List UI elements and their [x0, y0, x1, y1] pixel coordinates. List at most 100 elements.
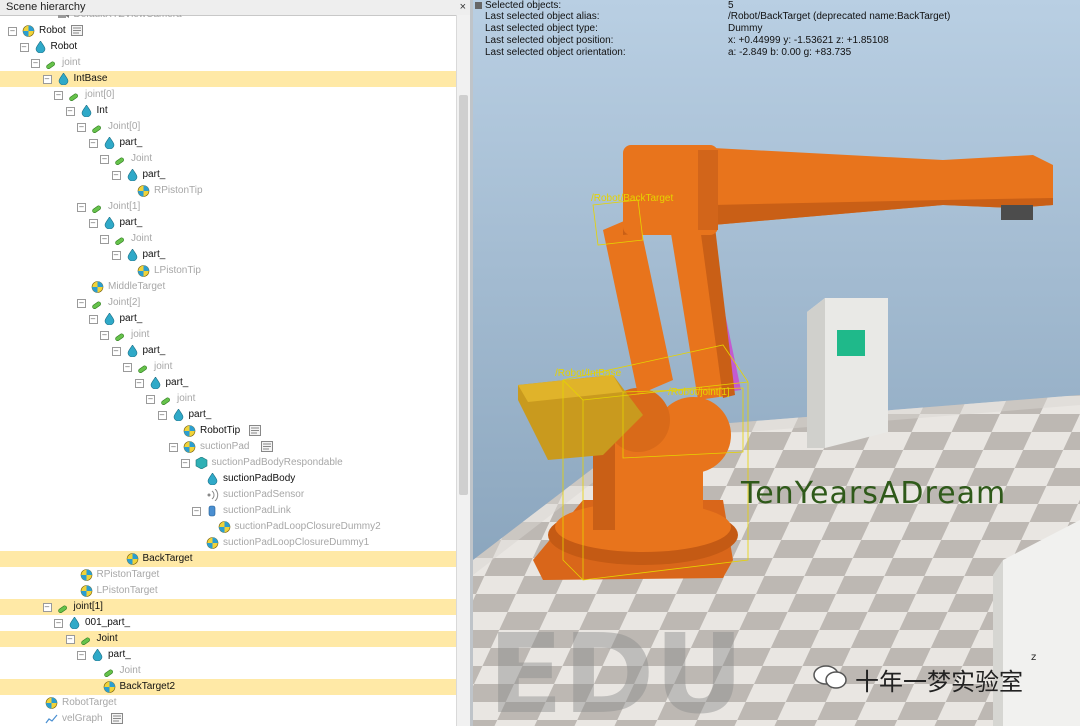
tree-row[interactable]: – joint [0, 359, 456, 375]
collapse-toggle-icon[interactable]: – [134, 379, 144, 388]
script-icon[interactable] [249, 425, 262, 436]
tree-row[interactable]: – part_ [0, 135, 456, 151]
tree-row[interactable]: BackTarget2 [0, 679, 456, 695]
scrollbar-thumb[interactable] [459, 95, 468, 495]
tree-row[interactable]: – Int [0, 103, 456, 119]
tree-row[interactable]: – 001_part_ [0, 615, 456, 631]
script-icon[interactable] [261, 441, 273, 452]
tree-row[interactable]: – part_ [0, 407, 456, 423]
collapse-toggle-icon[interactable]: – [77, 123, 86, 132]
tree-row[interactable]: – Joint[0] [0, 119, 456, 135]
tree-row[interactable]: – Joint [0, 231, 456, 247]
tree-row[interactable]: – part_ [0, 311, 456, 327]
collapse-toggle-icon[interactable]: – [19, 43, 29, 52]
collapse-toggle-icon[interactable]: – [111, 251, 121, 260]
tree-row[interactable]: suctionPadSensor [0, 487, 456, 503]
collapse-toggle-icon[interactable]: – [8, 27, 17, 36]
tree-row[interactable]: RobotTip [0, 423, 456, 439]
tree-item-label: LPistonTarget [96, 585, 158, 596]
tree-row[interactable]: – joint[1] [0, 599, 456, 615]
tree-row[interactable]: RPistonTip [0, 183, 456, 199]
dummy-icon [137, 265, 150, 277]
collapse-toggle-icon[interactable]: – [100, 235, 109, 244]
collapse-toggle-icon[interactable]: – [100, 331, 109, 340]
tree-row[interactable]: – suctionPad [0, 439, 456, 455]
tree-item-label: joint [131, 329, 150, 340]
vertical-scrollbar[interactable] [456, 15, 470, 726]
tree-row[interactable]: – Robot [0, 23, 456, 39]
script-icon[interactable] [71, 25, 83, 36]
scene-viewport[interactable]: Selected objects: 5 Last selected object … [473, 0, 1080, 726]
tree-row[interactable]: suctionPadBody [0, 471, 456, 487]
edu-watermark: EDU [488, 610, 744, 726]
joint-icon [80, 633, 93, 646]
collapse-toggle-icon[interactable]: – [157, 411, 167, 420]
tree-row[interactable]: – Joint [0, 631, 456, 647]
axis-label: z [1031, 652, 1037, 663]
collapse-toggle-icon[interactable]: – [88, 219, 98, 228]
collapse-toggle-icon[interactable]: – [169, 443, 178, 452]
selection-info: Selected objects: 5 Last selected object … [473, 0, 1080, 60]
tree-row[interactable]: – part_ [0, 247, 456, 263]
tree-row[interactable]: – Joint[2] [0, 295, 456, 311]
tree-row[interactable]: – Robot [0, 39, 456, 55]
tree-row[interactable]: – part_ [0, 375, 456, 391]
shape-icon [68, 616, 81, 630]
collapse-toggle-icon[interactable]: – [123, 363, 132, 372]
tree-row[interactable]: – part_ [0, 167, 456, 183]
script-icon[interactable] [111, 713, 124, 724]
collapse-toggle-icon[interactable]: – [146, 395, 155, 404]
tree-row[interactable]: suctionPadLoopClosureDummy2 [0, 519, 456, 535]
tree-row[interactable]: – joint [0, 391, 456, 407]
tree-row[interactable]: – Joint[1] [0, 199, 456, 215]
collapse-toggle-icon[interactable]: – [88, 315, 98, 324]
tree-row[interactable]: RobotTarget [0, 695, 456, 711]
collapse-toggle-icon[interactable]: – [42, 75, 52, 84]
collapse-toggle-icon[interactable]: – [100, 155, 109, 164]
tree-item-label: part_ [119, 313, 143, 324]
tree-row[interactable]: BackTarget [0, 551, 456, 567]
tree-row[interactable]: – Joint [0, 151, 456, 167]
collapse-toggle-icon[interactable]: – [65, 107, 75, 116]
panel-title: Scene hierarchy [6, 1, 86, 13]
tree-row[interactable]: DefaultXYZViewCamera [0, 15, 456, 23]
collapse-toggle-icon[interactable]: – [42, 603, 52, 612]
collapse-toggle-icon[interactable]: – [111, 171, 121, 180]
tree-row[interactable]: – joint[0] [0, 87, 456, 103]
tree-row[interactable]: – part_ [0, 215, 456, 231]
tree-row[interactable]: – IntBase [0, 71, 456, 87]
tree-row[interactable]: – part_ [0, 647, 456, 663]
collapse-toggle-icon[interactable]: – [54, 619, 63, 628]
collapse-toggle-icon[interactable]: – [111, 347, 121, 356]
collapse-toggle-icon[interactable]: – [31, 59, 40, 68]
tree-row[interactable]: – joint [0, 55, 456, 71]
tree-row[interactable]: RPistonTarget [0, 567, 456, 583]
tree-item-label: RobotTarget [62, 697, 117, 708]
collapse-toggle-icon[interactable]: – [192, 507, 201, 516]
tree-row[interactable]: – joint [0, 327, 456, 343]
shape-icon [80, 104, 93, 118]
tree-row[interactable]: velGraph [0, 711, 456, 726]
close-icon[interactable]: × [460, 0, 466, 15]
tree-item-label: Joint[1] [108, 201, 141, 212]
tree-row[interactable]: – part_ [0, 343, 456, 359]
bbox-label-intbase: /Robot/IntBase [555, 368, 622, 379]
collapse-toggle-icon[interactable]: – [54, 91, 63, 100]
tree-row[interactable]: – suctionPadBodyRespondable [0, 455, 456, 471]
shape-icon [172, 408, 185, 422]
tree-row[interactable]: LPistonTarget [0, 583, 456, 599]
collapse-toggle-icon[interactable]: – [65, 635, 75, 644]
joint-icon [103, 665, 116, 678]
tree-row[interactable]: suctionPadLoopClosureDummy1 [0, 535, 456, 551]
panel-header: Scene hierarchy × [0, 0, 470, 16]
collapse-toggle-icon[interactable]: – [88, 139, 98, 148]
tree-row[interactable]: Joint [0, 663, 456, 679]
collapse-toggle-icon[interactable]: – [77, 203, 86, 212]
tree-row[interactable]: LPistonTip [0, 263, 456, 279]
tree-row[interactable]: MiddleTarget [0, 279, 456, 295]
collapse-toggle-icon[interactable]: – [77, 299, 86, 308]
collapse-toggle-icon[interactable]: – [180, 459, 190, 468]
collapse-toggle-icon[interactable]: – [77, 651, 86, 660]
tree-row[interactable]: – suctionPadLink [0, 503, 456, 519]
tree-item-label: part_ [142, 345, 166, 356]
